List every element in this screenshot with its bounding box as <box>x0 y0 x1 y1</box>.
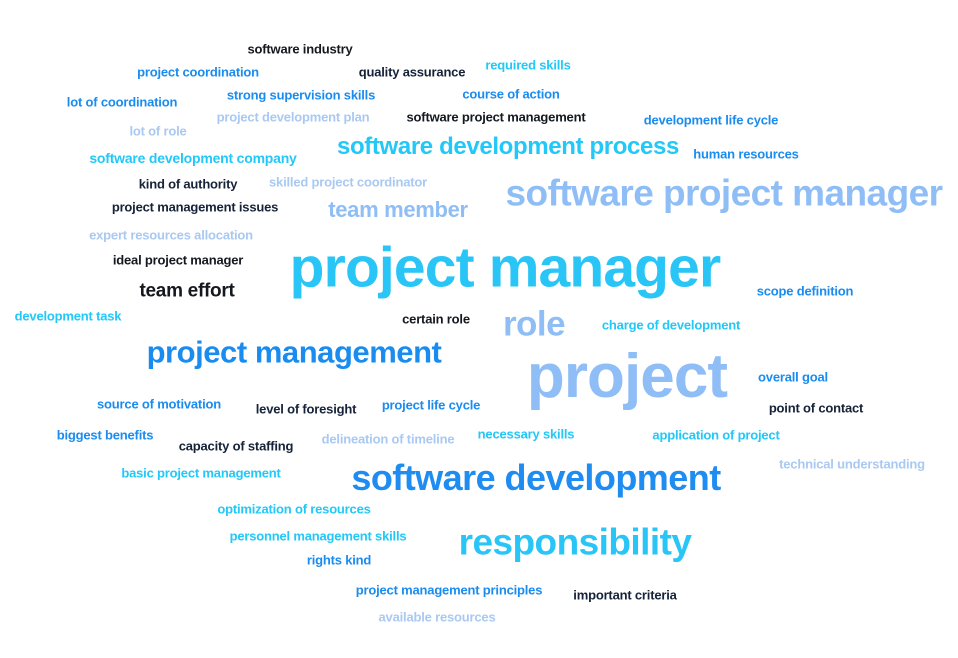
word-cloud-term[interactable]: overall goal <box>758 371 828 384</box>
word-cloud-term[interactable]: source of motivation <box>97 398 221 411</box>
word-cloud-term[interactable]: project <box>527 346 728 408</box>
word-cloud-term[interactable]: software development process <box>337 135 679 159</box>
word-cloud-term[interactable]: project management <box>147 337 442 368</box>
word-cloud-term[interactable]: software industry <box>247 43 352 56</box>
word-cloud-term[interactable]: strong supervision skills <box>227 89 375 102</box>
word-cloud-term[interactable]: course of action <box>462 88 559 101</box>
word-cloud-term[interactable]: required skills <box>485 59 570 72</box>
word-cloud-term[interactable]: technical understanding <box>779 458 925 471</box>
word-cloud-term[interactable]: available resources <box>379 611 496 624</box>
word-cloud-term[interactable]: project management principles <box>356 584 543 597</box>
word-cloud-term[interactable]: level of foresight <box>256 403 357 416</box>
word-cloud-term[interactable]: lot of coordination <box>67 96 178 109</box>
word-cloud-term[interactable]: expert resources allocation <box>89 229 253 242</box>
word-cloud-term[interactable]: point of contact <box>769 402 864 415</box>
word-cloud-term[interactable]: scope definition <box>757 285 854 298</box>
word-cloud-term[interactable]: project management issues <box>112 201 279 214</box>
word-cloud-term[interactable]: project coordination <box>137 66 259 79</box>
word-cloud-term[interactable]: personnel management skills <box>230 530 407 543</box>
word-cloud-term[interactable]: software development <box>351 460 721 496</box>
word-cloud-term[interactable]: software development company <box>89 151 297 165</box>
word-cloud: project manager project software project m… <box>0 0 958 658</box>
word-cloud-term[interactable]: role <box>503 307 566 342</box>
word-cloud-term[interactable]: ideal project manager <box>113 254 243 267</box>
word-cloud-term[interactable]: responsibility <box>459 524 692 561</box>
word-cloud-term[interactable]: development life cycle <box>644 114 779 127</box>
word-cloud-term[interactable]: important criteria <box>573 589 677 602</box>
word-cloud-term[interactable]: team member <box>328 199 468 221</box>
word-cloud-term[interactable]: lot of role <box>129 125 186 138</box>
word-cloud-term[interactable]: certain role <box>402 313 470 326</box>
word-cloud-term[interactable]: project life cycle <box>382 399 481 412</box>
word-cloud-term[interactable]: kind of authority <box>139 178 238 191</box>
word-cloud-term[interactable]: delineation of timeline <box>322 433 455 446</box>
word-cloud-term[interactable]: rights kind <box>307 554 372 567</box>
word-cloud-term[interactable]: biggest benefits <box>57 429 154 442</box>
word-cloud-term[interactable]: capacity of staffing <box>179 440 294 453</box>
word-cloud-term[interactable]: software project manager <box>506 175 944 212</box>
word-cloud-term[interactable]: basic project management <box>121 467 281 480</box>
word-cloud-term[interactable]: project manager <box>290 239 722 297</box>
word-cloud-term[interactable]: necessary skills <box>478 428 575 441</box>
word-cloud-term[interactable]: software project management <box>407 111 586 124</box>
word-cloud-term[interactable]: project development plan <box>217 111 370 124</box>
word-cloud-term[interactable]: charge of development <box>602 319 740 332</box>
word-cloud-term[interactable]: development task <box>15 310 122 323</box>
word-cloud-term[interactable]: quality assurance <box>359 66 466 79</box>
word-cloud-term[interactable]: team effort <box>139 282 234 301</box>
word-cloud-term[interactable]: application of project <box>652 429 779 442</box>
word-cloud-term[interactable]: optimization of resources <box>217 503 371 516</box>
word-cloud-term[interactable]: human resources <box>693 148 799 161</box>
word-cloud-term[interactable]: skilled project coordinator <box>269 176 427 189</box>
